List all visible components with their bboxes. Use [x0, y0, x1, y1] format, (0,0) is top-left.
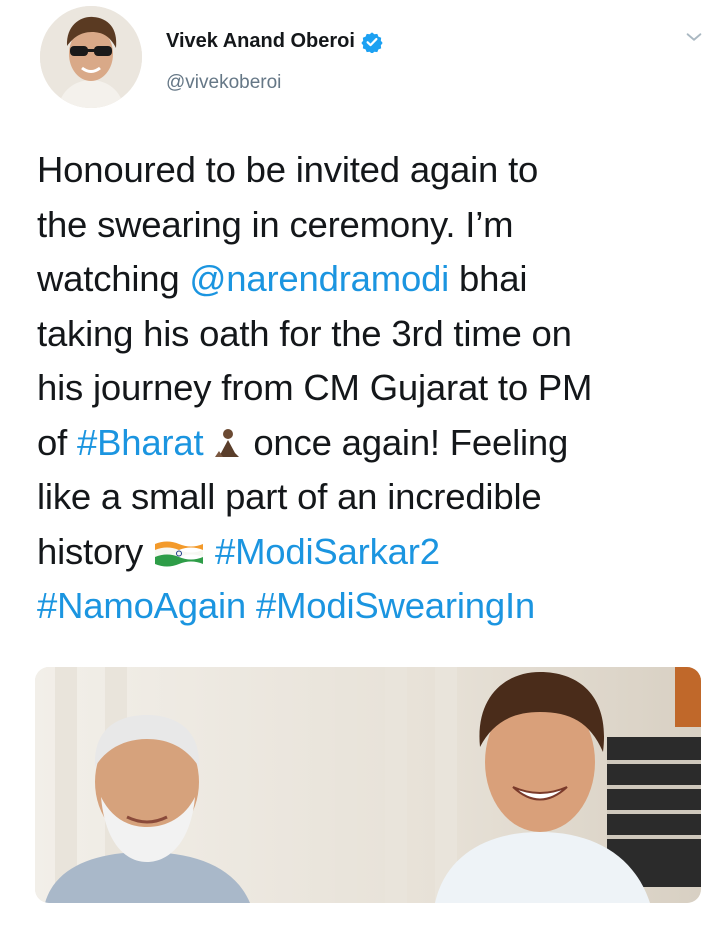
- tweet-line: taking his oath for the 3rd time on: [37, 312, 572, 354]
- tweet-text-segment: bhai: [449, 258, 528, 299]
- tweet-text-segment: watching: [37, 258, 190, 299]
- tweet-text-segment: history: [37, 530, 154, 572]
- tweet-line: Honoured to be invited again to: [37, 149, 539, 190]
- person-in-lotus-position-emoji: [215, 428, 240, 457]
- india-flag-emoji: [155, 541, 204, 566]
- hashtag-link[interactable]: #ModiSwearingIn: [256, 585, 535, 626]
- avatar[interactable]: [40, 6, 142, 108]
- tweet-text-segment: of: [37, 421, 77, 463]
- tweet-line: his journey from CM Gujarat to PM: [37, 367, 593, 408]
- tweet-line: watching @narendramodi bhai: [37, 252, 707, 307]
- verified-badge-icon: [361, 31, 383, 53]
- tweet-line: history #ModiSarkar2: [37, 525, 707, 580]
- tweet-line: #NamoAgain #ModiSwearingIn: [37, 579, 707, 634]
- tweet-text: Honoured to be invited again to the swea…: [37, 143, 707, 634]
- photo-two-men: [35, 667, 701, 903]
- tweet-line: of #Bharat once again! Feeling: [37, 416, 707, 471]
- tweet-text-segment: once again! Feeling: [243, 421, 569, 463]
- mention-link[interactable]: @narendramodi: [189, 258, 449, 299]
- avatar-photo: [40, 6, 142, 108]
- name-row[interactable]: Vivek Anand Oberoi: [166, 30, 383, 53]
- hashtag-link[interactable]: #NamoAgain: [37, 585, 246, 626]
- tweet-media-image[interactable]: [35, 667, 701, 903]
- tweet-header: Vivek Anand Oberoi @vivekoberoi: [0, 0, 720, 120]
- user-handle[interactable]: @vivekoberoi: [166, 72, 281, 94]
- display-name[interactable]: Vivek Anand Oberoi: [166, 30, 355, 53]
- tweet-line: the swearing in ceremony. I’m: [37, 203, 514, 245]
- hashtag-link[interactable]: #ModiSarkar2: [215, 531, 440, 572]
- hashtag-link[interactable]: #Bharat: [77, 422, 204, 463]
- chevron-down-icon[interactable]: [683, 26, 705, 48]
- tweet-line: like a small part of an incredible: [37, 476, 542, 517]
